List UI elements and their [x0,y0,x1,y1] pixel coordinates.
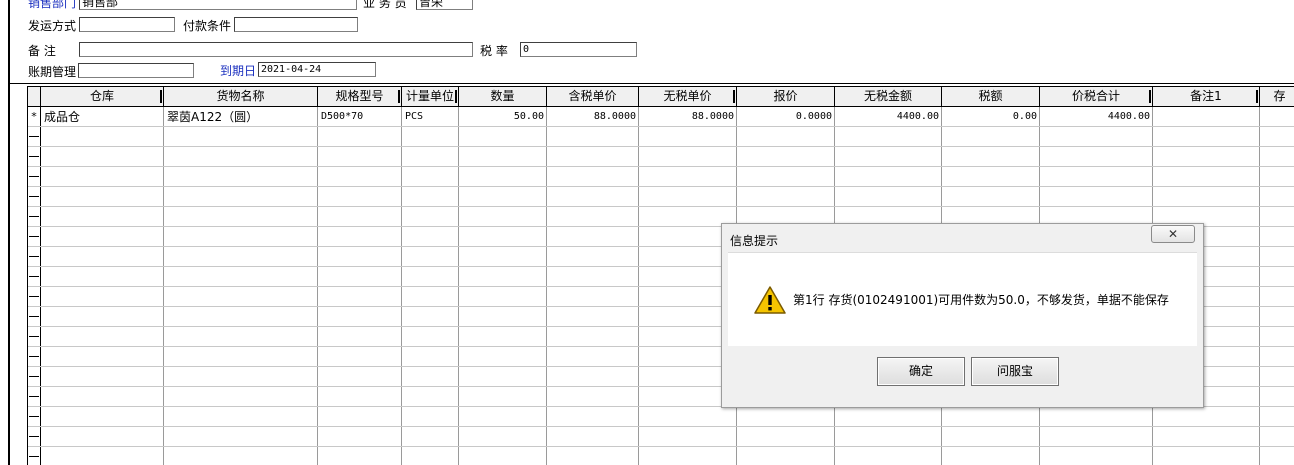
tax-rate-field[interactable]: 0 [520,42,637,57]
row-marker [29,296,39,297]
col-header-warehouse[interactable]: 仓库 [41,87,164,107]
cell-price-incl-tax[interactable]: 88.0000 [547,108,636,126]
row-marker [29,276,39,277]
cell-unit[interactable]: PCS [405,108,456,126]
row-line [28,446,1294,447]
col-header-spec[interactable]: 规格型号 [318,87,402,107]
salesman-label: 业 务 员 [363,0,407,10]
row-line [28,126,1294,127]
col-header-total[interactable]: 价税合计 [1040,87,1153,107]
dialog-close-button[interactable]: ✕ [1151,225,1195,243]
due-date-label: 到期日 [220,64,257,78]
row-marker [29,336,39,337]
dialog-message: 第1行 存货(0102491001)可用件数为50.0，不够发货，单据不能保存 [793,293,1169,307]
col-header-amount-excl-tax[interactable]: 无税金额 [835,87,942,107]
row-marker [29,456,39,457]
row-line [28,166,1294,167]
payment-terms-label: 付款条件 [183,19,232,33]
cell-goods-name[interactable]: 翠茵A122（圆） [167,108,315,126]
help-button[interactable]: 问服宝 [971,357,1059,386]
close-icon: ✕ [1167,227,1179,241]
row-marker [29,396,39,397]
cell-amount-excl-tax[interactable]: 4400.00 [835,108,939,126]
ship-method-label: 发运方式 [28,19,77,33]
account-period-field[interactable] [78,63,194,78]
sales-dept-field[interactable]: 销售部 [79,0,357,10]
col-header-remark1[interactable]: 备注1 [1153,87,1260,107]
row-marker [29,176,39,177]
cell-quote[interactable]: 0.0000 [737,108,832,126]
col-header-price-incl-tax[interactable]: 含税单价 [547,87,639,107]
row-marker [29,416,39,417]
col-header-unit[interactable]: 计量单位 [402,87,459,107]
due-date-field[interactable]: 2021-04-24 [258,62,376,77]
dialog-body: 第1行 存货(0102491001)可用件数为50.0，不够发货，单据不能保存 [728,252,1197,346]
row-marker [29,316,39,317]
row-line [28,426,1294,427]
ship-method-field[interactable] [79,17,175,32]
salesman-field[interactable]: 曾荣 [416,0,473,10]
col-header-goods-name[interactable]: 货物名称 [164,87,318,107]
remark-label: 备 注 [28,44,56,58]
col-header-tax[interactable]: 税额 [942,87,1040,107]
left-window-border [0,0,10,465]
row-current-marker: * [31,110,37,123]
row-header-corner [28,87,41,107]
row-marker [29,216,39,217]
cell-warehouse[interactable]: 成品仓 [44,108,161,126]
row-line [28,206,1294,207]
dialog-title: 信息提示 [730,234,779,248]
cell-remark1[interactable] [1156,108,1256,126]
col-header-stock[interactable]: 存 [1260,87,1294,107]
row-marker [29,196,39,197]
row-marker [29,436,39,437]
sales-dept-label: 销售部门 [28,0,77,10]
col-header-price-excl-tax[interactable]: 无税单价 [639,87,737,107]
ok-button[interactable]: 确定 [877,357,965,386]
info-dialog: 信息提示 ✕ 第1行 存货(0102491001)可用件数为50.0，不够发货，… [721,223,1204,408]
cell-price-excl-tax[interactable]: 88.0000 [639,108,734,126]
warning-icon [754,286,786,314]
row-line [28,146,1294,147]
col-header-quantity[interactable]: 数量 [459,87,547,107]
account-period-label: 账期管理 [28,65,77,79]
cell-quantity[interactable]: 50.00 [459,108,544,126]
payment-terms-field[interactable] [234,17,358,32]
row-marker [29,236,39,237]
cell-total[interactable]: 4400.00 [1040,108,1150,126]
tax-rate-label: 税 率 [480,44,508,58]
row-marker [29,376,39,377]
row-marker [29,156,39,157]
row-marker [29,356,39,357]
col-header-quote[interactable]: 报价 [737,87,835,107]
remark-field[interactable] [79,42,473,57]
form-divider [10,83,1294,84]
row-line [28,186,1294,187]
cell-spec[interactable]: D500*70 [321,108,399,126]
row-marker [29,136,39,137]
cell-tax[interactable]: 0.00 [942,108,1037,126]
row-marker [29,256,39,257]
